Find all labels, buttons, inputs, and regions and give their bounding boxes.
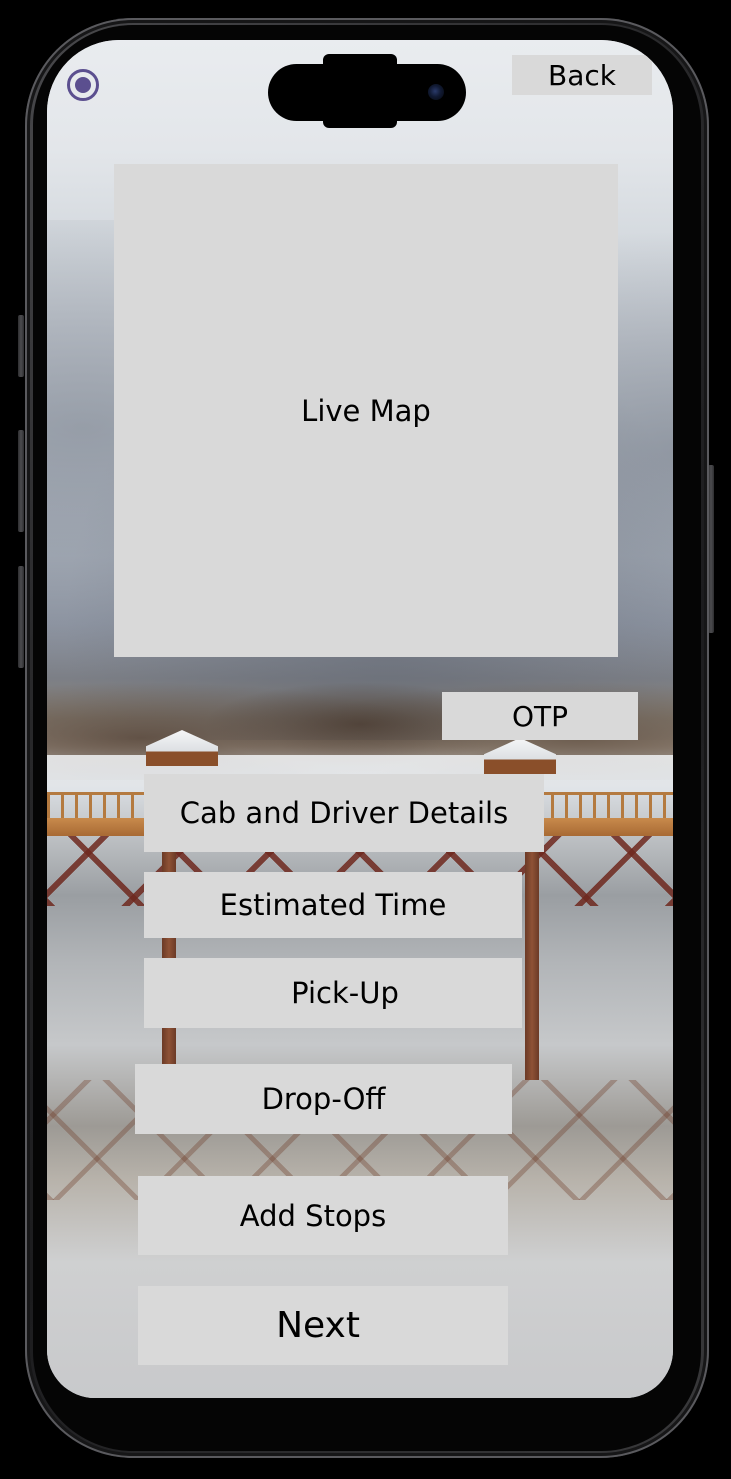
device-stage: Back Live Map OTP Cab and Driver Details… xyxy=(0,0,731,1479)
estimated-time-button[interactable]: Estimated Time xyxy=(144,872,522,938)
radio-dot xyxy=(75,77,91,93)
live-map-panel[interactable]: Live Map xyxy=(114,164,618,657)
cab-driver-details-button[interactable]: Cab and Driver Details xyxy=(144,774,544,852)
volume-up-hardware xyxy=(18,430,24,532)
cab-driver-details-label: Cab and Driver Details xyxy=(179,796,509,830)
live-map-label: Live Map xyxy=(301,393,431,428)
volume-down-hardware xyxy=(18,566,24,668)
back-button[interactable]: Back xyxy=(512,55,652,95)
dropoff-button[interactable]: Drop-Off xyxy=(135,1064,512,1134)
front-camera-icon xyxy=(428,84,444,100)
radio-selected-icon[interactable] xyxy=(67,69,99,101)
add-stops-label: Add Stops xyxy=(239,1198,387,1233)
back-button-label: Back xyxy=(548,58,616,92)
app-screen: Back Live Map OTP Cab and Driver Details… xyxy=(47,40,673,1398)
estimated-time-label: Estimated Time xyxy=(219,888,447,922)
otp-button[interactable]: OTP xyxy=(442,692,638,740)
next-button[interactable]: Next xyxy=(138,1286,508,1365)
background-bridge-pillar xyxy=(525,840,539,1080)
otp-label: OTP xyxy=(511,699,569,733)
add-stops-button[interactable]: Add Stops xyxy=(138,1176,508,1255)
action-button-hardware xyxy=(18,315,24,377)
pickup-label: Pick-Up xyxy=(291,976,399,1010)
dropoff-label: Drop-Off xyxy=(261,1082,386,1116)
pickup-button[interactable]: Pick-Up xyxy=(144,958,522,1028)
next-label: Next xyxy=(276,1305,360,1346)
